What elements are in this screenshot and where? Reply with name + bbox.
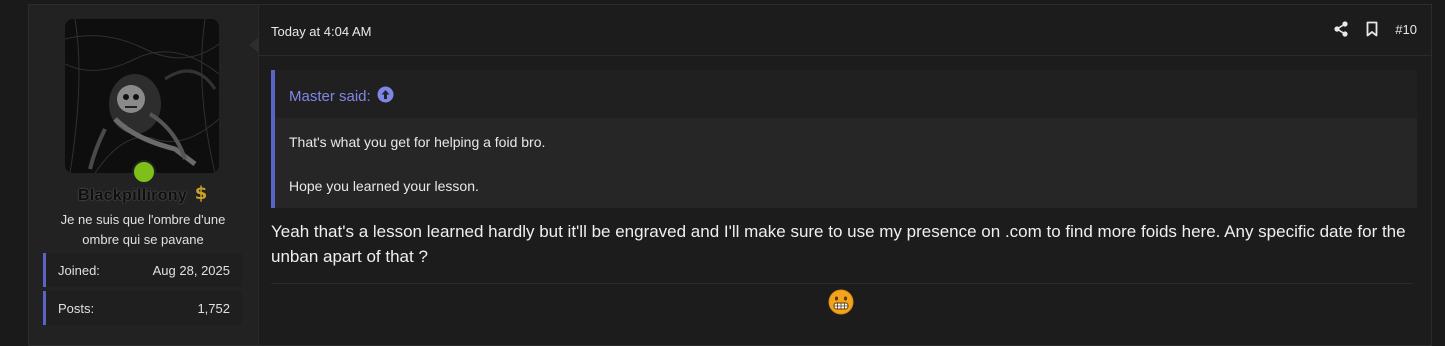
stat-label: Posts:: [58, 301, 95, 316]
svg-text:$: $: [195, 183, 208, 204]
post-number-link[interactable]: #10: [1395, 22, 1417, 37]
online-status-indicator: [132, 160, 156, 184]
user-title: Je ne suis que l'ombre d'une ombre qui s…: [60, 212, 226, 247]
arrow-up-circle-icon[interactable]: [377, 86, 394, 107]
post-divider: [271, 283, 1413, 284]
username[interactable]: Blackpillirony: [78, 187, 187, 204]
dollar-badge-icon: $: [193, 182, 209, 204]
stat-posts: Posts: 1,752: [43, 291, 242, 325]
share-icon[interactable]: [1333, 21, 1349, 37]
post-header: Today at 4:04 AM #10: [259, 5, 1431, 56]
post-content: Today at 4:04 AM #10 Master said: That's…: [259, 5, 1431, 345]
quote-line: Hope you learned your lesson.: [289, 178, 479, 194]
post-date[interactable]: Today at 4:04 AM: [271, 24, 371, 39]
quote-header: Master said:: [275, 70, 1417, 118]
sidebar-arrow: [249, 37, 259, 53]
stat-value: 1,752: [197, 301, 230, 316]
quote-author-link[interactable]: Master said:: [289, 86, 394, 107]
username-row: Blackpillirony $: [29, 182, 258, 205]
avatar[interactable]: [65, 19, 219, 173]
post-message: Yeah that's a lesson learned hardly but …: [271, 222, 1406, 266]
stat-label: Joined:: [58, 263, 100, 278]
user-sidebar: Blackpillirony $ Je ne suis que l'ombre d…: [29, 5, 259, 345]
quote-line: That's what you get for helping a foid b…: [289, 134, 546, 150]
bookmark-icon[interactable]: [1365, 21, 1379, 37]
stat-value: Aug 28, 2025: [152, 263, 230, 278]
quote-block: Master said: That's what you get for hel…: [271, 70, 1417, 208]
post-header-actions: #10: [1333, 21, 1417, 37]
grimace-emoji-icon[interactable]: [828, 289, 854, 315]
quote-author: Master said:: [289, 88, 371, 105]
post-container: Blackpillirony $ Je ne suis que l'ombre d…: [28, 4, 1432, 346]
stat-joined: Joined: Aug 28, 2025: [43, 253, 242, 287]
